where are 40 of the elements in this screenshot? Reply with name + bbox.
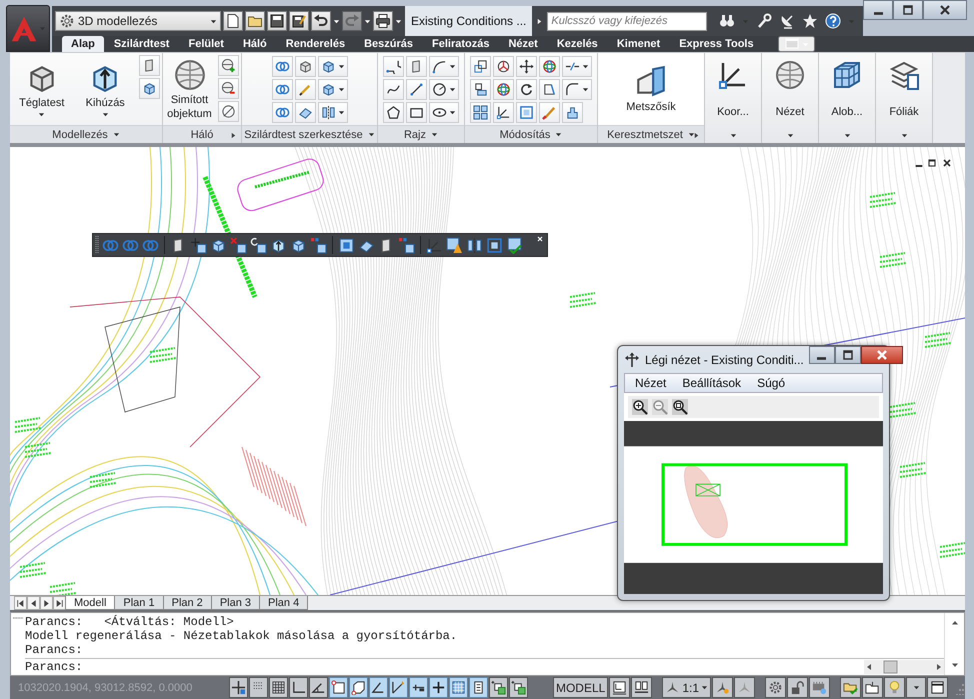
layout-tab[interactable]: Plan 3: [210, 596, 260, 610]
model-space-button[interactable]: MODELL: [552, 677, 608, 698]
ribbon-tab[interactable]: Szilárdtest: [104, 36, 178, 52]
ribbon-tab[interactable]: Nézet: [499, 36, 547, 52]
command-line: Parancs: <Átváltás: Modell>: [25, 615, 235, 629]
tool-button[interactable]: Téglatest: [12, 58, 72, 120]
menu-item[interactable]: Súgó: [751, 376, 792, 390]
panel-title-button[interactable]: Rajz: [378, 125, 464, 143]
command-line: Parancs:: [25, 643, 84, 657]
annotation-scale-button[interactable]: 1:1: [662, 677, 711, 698]
command-prompt: Parancs:: [25, 660, 83, 674]
search-field[interactable]: Kulcsszó vagy kifejezés: [547, 12, 708, 30]
ribbon-tab[interactable]: Express Tools: [670, 36, 763, 52]
tool-button[interactable]: Metszősík: [621, 62, 681, 116]
menu-item[interactable]: Nézet: [629, 376, 672, 390]
ribbon-tab[interactable]: Feliratozás: [423, 36, 498, 52]
command-line: Modell regenerálása - Nézetablakok másolása a gyorsítótárba.: [25, 629, 458, 643]
panel-title-button[interactable]: Módosítás: [465, 125, 597, 143]
ribbon-tab[interactable]: Renderelés: [276, 36, 354, 52]
window-title: Existing Conditions ...: [405, 6, 532, 36]
ribbon-tab[interactable]: Felület: [179, 36, 233, 52]
layout-tab[interactable]: Plan 2: [162, 596, 212, 610]
layout-tab[interactable]: Plan 1: [114, 596, 164, 610]
workspace-dropdown[interactable]: 3D modellezés: [55, 11, 221, 31]
tool-button[interactable]: Kihúzás: [76, 58, 135, 120]
panel-title-button[interactable]: Háló: [163, 125, 241, 143]
menu-item[interactable]: Beállítások: [676, 376, 748, 390]
window-title: Légi nézet - Existing Conditi...: [645, 352, 804, 366]
coordinates: 1032020.1904, 93012.8592, 0.0000: [17, 682, 194, 694]
tool-button[interactable]: Simított objektum: [165, 56, 214, 122]
ribbon-tab[interactable]: Kimenet: [608, 36, 670, 52]
ribbon-tab[interactable]: Háló: [234, 36, 276, 52]
panel-title-button[interactable]: Modellezés: [10, 125, 162, 143]
ribbon-tab[interactable]: Alap: [62, 36, 104, 52]
layout-tab[interactable]: Modell: [65, 596, 116, 610]
layout-tab[interactable]: Plan 4: [259, 596, 308, 610]
panel-title-button[interactable]: Keresztmetszet: [598, 125, 704, 143]
ribbon-tab[interactable]: Beszúrás: [355, 36, 422, 52]
ribbon-tab[interactable]: Kezelés: [548, 36, 607, 52]
panel-title-button[interactable]: Szilárdtest szerkesztése: [242, 125, 377, 143]
